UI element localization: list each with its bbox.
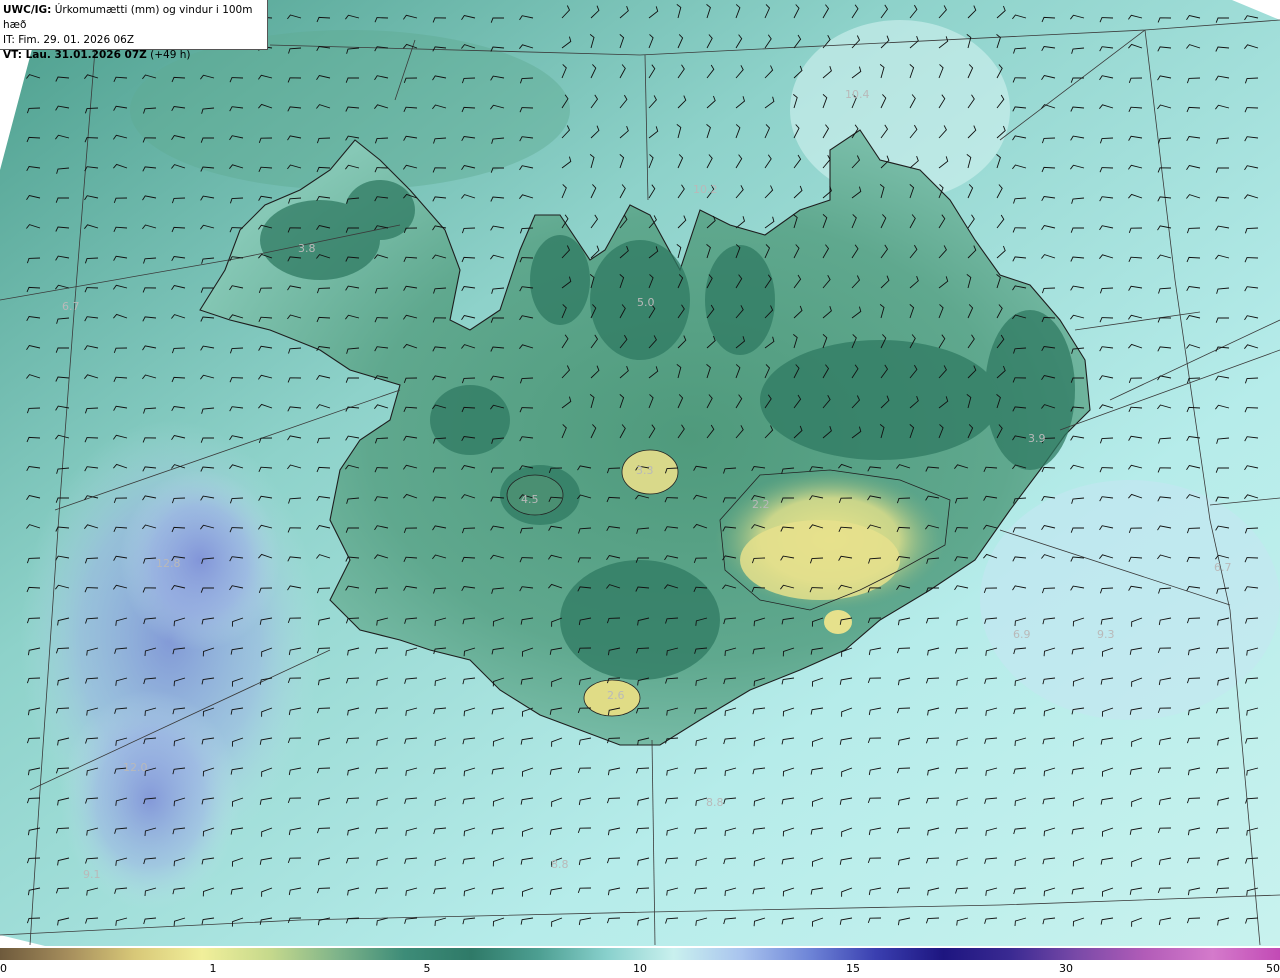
map-label: 12.0 bbox=[123, 761, 148, 774]
colorbar-tick: 10 bbox=[633, 962, 647, 975]
lead-time: (+49 h) bbox=[150, 49, 191, 61]
map-label: 12.8 bbox=[156, 557, 181, 570]
colorbar-tick: 0 bbox=[0, 962, 7, 975]
colorbar-tick: 1 bbox=[209, 962, 217, 975]
map-label: 8.8 bbox=[706, 796, 724, 809]
map-label: 4.5 bbox=[521, 493, 539, 506]
map-label: 9.1 bbox=[83, 868, 101, 881]
map-label: 10.2 bbox=[693, 183, 718, 196]
source-label: UWC/IG: bbox=[3, 4, 52, 16]
map-label: 8.8 bbox=[551, 858, 569, 871]
map-label: 2.2 bbox=[752, 498, 770, 511]
map-label: 10.4 bbox=[845, 88, 870, 101]
map-label: 9.3 bbox=[1097, 628, 1115, 641]
map-header: UWC/IG: Úrkomumætti (mm) og vindur i 100… bbox=[0, 0, 268, 61]
map-label: 6.7 bbox=[62, 300, 80, 313]
map-label: 5.0 bbox=[637, 296, 655, 309]
precip-wind-map: 10.4 10.2 3.8 6.7 5.0 3.3 4.5 2.2 3.9 12… bbox=[0, 0, 1280, 978]
init-time: IT: Fim. 29. 01. 2026 06Z bbox=[3, 34, 135, 46]
map-label: 6.9 bbox=[1013, 628, 1031, 641]
colorbar-tick: 15 bbox=[846, 962, 860, 975]
colorbar bbox=[0, 948, 1280, 960]
map-canvas[interactable]: 10.4 10.2 3.8 6.7 5.0 3.3 4.5 2.2 3.9 12… bbox=[0, 0, 1280, 946]
map-label: 6.7 bbox=[1214, 561, 1232, 574]
map-label: 3.9 bbox=[1028, 432, 1046, 445]
valid-time: VT: Lau. 31.01.2026 07Z bbox=[3, 49, 147, 61]
map-label: 2.6 bbox=[607, 689, 625, 702]
title-line: UWC/IG: Úrkomumætti (mm) og vindur i 100… bbox=[3, 3, 263, 33]
colorbar-tick: 5 bbox=[423, 962, 431, 975]
colorbar-tick: 50 bbox=[1266, 962, 1280, 975]
colorbar-tick: 30 bbox=[1059, 962, 1073, 975]
valid-time-line: VT: Lau. 31.01.2026 07Z (+49 h) bbox=[3, 48, 263, 63]
map-label: 3.8 bbox=[298, 242, 316, 255]
map-label: 3.3 bbox=[636, 464, 654, 477]
